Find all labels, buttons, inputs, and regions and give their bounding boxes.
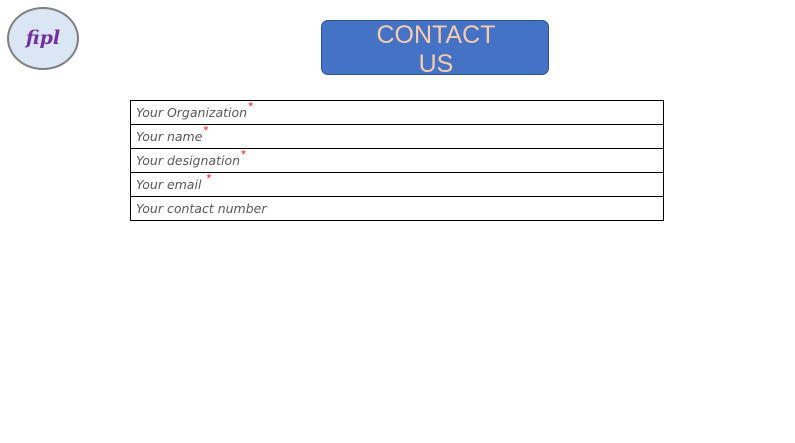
required-mark: * — [248, 101, 254, 112]
contact-us-label: CONTACT US — [376, 21, 496, 78]
name-field[interactable]: Your name * — [131, 125, 663, 149]
contact-number-field[interactable]: Your contact number — [131, 197, 663, 220]
contact-us-button[interactable]: CONTACT US — [321, 20, 549, 78]
email-field[interactable]: Your email * — [131, 173, 663, 197]
contact-number-placeholder: Your contact number — [136, 201, 267, 216]
logo-text: fipl — [25, 27, 61, 49]
required-mark: * — [206, 173, 212, 184]
email-placeholder: Your email — [136, 177, 206, 192]
designation-field[interactable]: Your designation * — [131, 149, 663, 173]
organization-placeholder: Your Organization — [136, 105, 248, 120]
logo[interactable]: fipl — [7, 7, 79, 70]
required-mark: * — [203, 125, 209, 136]
contact-form: Your Organization * Your name * Your desig… — [130, 100, 664, 221]
required-mark: * — [241, 149, 247, 160]
organization-field[interactable]: Your Organization * — [131, 101, 663, 125]
designation-placeholder: Your designation — [136, 153, 241, 168]
name-placeholder: Your name — [136, 129, 203, 144]
